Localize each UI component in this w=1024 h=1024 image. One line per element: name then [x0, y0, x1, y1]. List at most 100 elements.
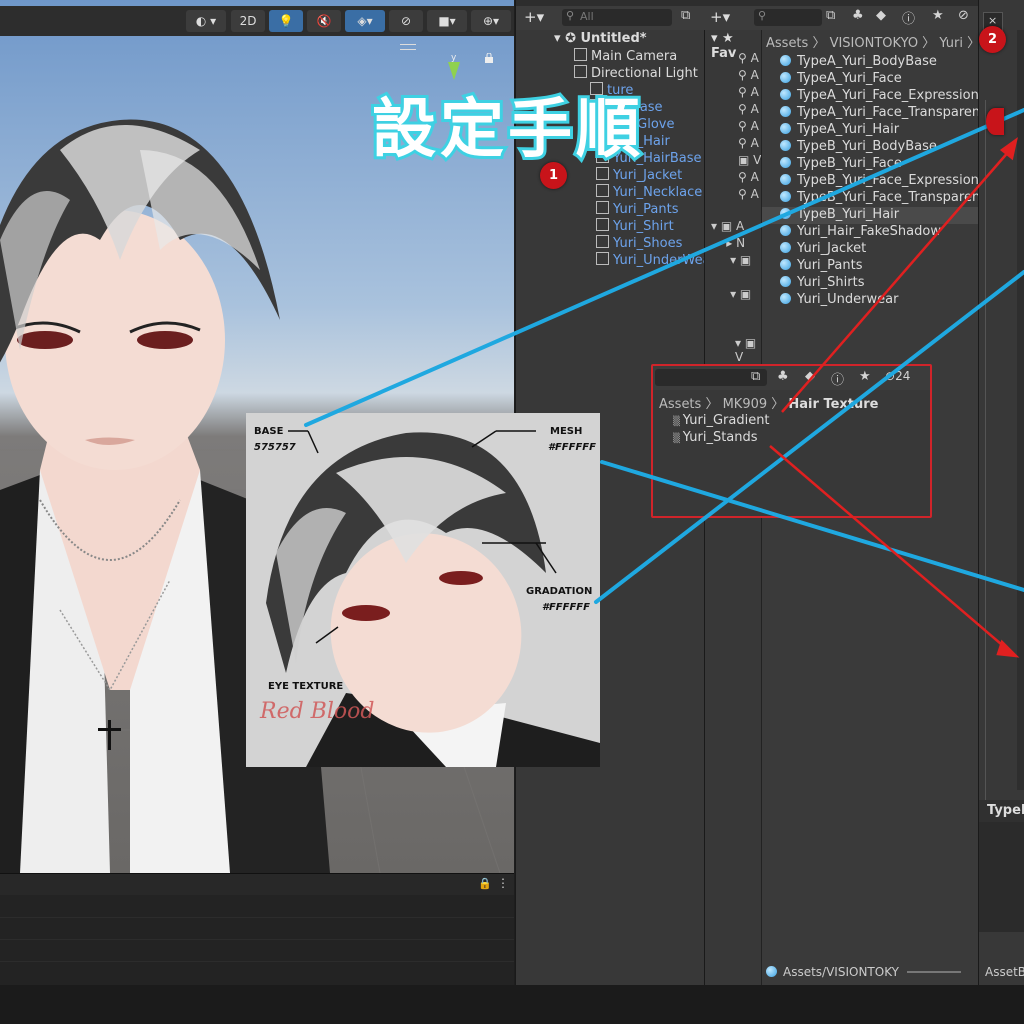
search-icon[interactable]: ⚲ A	[738, 186, 761, 203]
type-filter-icon[interactable]: ♣	[777, 369, 789, 384]
camera-settings-button[interactable]: ■▾	[427, 10, 467, 32]
gizmos-button[interactable]: ⊕▾	[471, 10, 511, 32]
texture-label: Yuri_Stands	[682, 430, 758, 445]
lock-icon[interactable]	[484, 52, 494, 63]
hierarchy-item[interactable]: Yuri_Shirt	[596, 218, 674, 235]
lock-icon[interactable]: 🔒	[478, 877, 492, 890]
asset-item[interactable]: Yuri_Jacket	[780, 241, 866, 258]
texture-item[interactable]: ▒ Yuri_Stands	[673, 430, 758, 445]
search-icon[interactable]: ⚲ A	[738, 84, 761, 101]
add-button[interactable]: +▾	[710, 8, 730, 26]
folder-tree-item[interactable]: ▾ ▣ V	[735, 336, 762, 364]
search-icon[interactable]: ⚲ A	[738, 135, 761, 152]
zoom-slider[interactable]	[906, 971, 961, 973]
hidden-count[interactable]: ⊘24	[885, 369, 910, 383]
asset-item[interactable]: Yuri_Pants	[780, 258, 862, 275]
warning-icon[interactable]: ⓘ	[831, 369, 844, 388]
sphere-icon: ◐ ▾	[195, 14, 217, 28]
asset-item[interactable]: TypeA_Yuri_Face_Transparent	[780, 105, 985, 122]
star-icon[interactable]: ★	[932, 8, 944, 23]
material-icon	[780, 225, 791, 236]
filter-icon[interactable]: ⧉	[826, 8, 835, 23]
popup-breadcrumb: Assets 〉 MK909 〉 Hair Texture	[659, 397, 879, 412]
add-button[interactable]: +▾	[524, 8, 544, 26]
gameobject-icon	[596, 184, 609, 197]
asset-item[interactable]: TypeB_Yuri_BodyBase	[780, 139, 937, 156]
asset-item[interactable]: TypeB_Yuri_Face_Transparent	[780, 190, 985, 207]
timeline-panel[interactable]	[0, 895, 514, 985]
hierarchy-search-input[interactable]: ⚲ All	[562, 9, 672, 26]
asset-item[interactable]: TypeA_Yuri_Hair	[780, 122, 899, 139]
material-icon	[780, 106, 791, 117]
breadcrumb-item[interactable]: Hair Texture	[788, 397, 878, 412]
search-icon[interactable]: ⚲ A	[738, 101, 761, 118]
2d-toggle-button[interactable]: 2D	[231, 10, 265, 32]
scene-root[interactable]: ▾ ✪ Untitled* ⋮	[554, 31, 716, 48]
search-icon[interactable]: ⚲ A	[738, 67, 761, 84]
audio-toggle-button[interactable]: 🔇	[307, 10, 341, 32]
drag-handle[interactable]	[400, 44, 416, 50]
warning-icon[interactable]: ⓘ	[902, 8, 915, 27]
asset-item[interactable]: TypeB_Yuri_Face_Expression	[780, 173, 979, 190]
search-icon[interactable]: ⚲ A	[738, 169, 761, 186]
hierarchy-item[interactable]: Main Camera	[574, 48, 677, 65]
search-icon[interactable]: ⚲ A	[738, 50, 761, 67]
hierarchy-item[interactable]: Yuri_Pants	[596, 201, 678, 218]
filter-icon[interactable]: ⧉	[751, 369, 760, 384]
scene-root-label: Untitled*	[580, 31, 647, 46]
asset-item[interactable]: TypeA_Yuri_BodyBase	[780, 54, 937, 71]
inspector-content	[985, 100, 1024, 800]
hierarchy-item-label: Yuri_Shirt	[613, 219, 674, 234]
material-icon	[780, 259, 791, 270]
hidden-icon[interactable]: ⊘	[958, 8, 969, 23]
material-icon	[780, 174, 791, 185]
project-search-input[interactable]: ⚲	[754, 9, 822, 26]
hierarchy-item[interactable]: Yuri_Necklace	[596, 184, 702, 201]
effects-toggle-button[interactable]: ◈▾	[345, 10, 385, 32]
status-bar	[0, 985, 1024, 1024]
texture-item[interactable]: ▒ Yuri_Gradient	[673, 413, 770, 428]
breadcrumb-item[interactable]: Yuri	[939, 36, 963, 51]
hierarchy-item[interactable]: Yuri_Shoes	[596, 235, 682, 252]
asset-item[interactable]: TypeA_Yuri_Face	[780, 71, 902, 88]
asset-label: TypeB_Yuri_Hair	[797, 207, 900, 222]
asset-item[interactable]: TypeB_Yuri_Face	[780, 156, 902, 173]
assets-tree[interactable]: ▾ ▣ A ▸ N ▾ ▣ ▾ ▣	[711, 218, 751, 303]
shading-mode-button[interactable]: ◐ ▾	[186, 10, 226, 32]
filter-icon[interactable]: ⧉	[681, 8, 690, 23]
folder-icon[interactable]: ▣ V	[738, 152, 761, 169]
breadcrumb-item[interactable]: Assets	[766, 36, 808, 51]
tutorial-title: 設定手順	[369, 90, 644, 170]
favorites-label: Fav	[711, 46, 737, 61]
hair-reference-image: BASE 575757 MESH #FFFFFF GRADATION #FFFF…	[246, 413, 600, 767]
lighting-toggle-button[interactable]: 💡	[269, 10, 303, 32]
label-filter-icon[interactable]: ◆	[876, 8, 886, 23]
preview-area	[979, 822, 1024, 932]
asset-label: TypeB_Yuri_BodyBase	[797, 139, 937, 154]
project-tab[interactable]	[704, 0, 978, 6]
asset-item[interactable]: TypeA_Yuri_Face_Expression	[780, 88, 979, 105]
asset-label: TypeA_Yuri_Face_Expression	[797, 88, 979, 103]
breadcrumb-item[interactable]: Assets	[659, 397, 701, 412]
type-filter-icon[interactable]: ♣	[852, 8, 864, 23]
material-icon	[766, 966, 777, 977]
visibility-toggle-button[interactable]: ⊘	[389, 10, 423, 32]
asset-item[interactable]: TypeB_Yuri_Hair	[762, 207, 978, 224]
asset-path-footer: Assets/VISIONTOKY	[766, 965, 961, 979]
asset-item[interactable]: Yuri_Underwear	[780, 292, 898, 309]
asset-item[interactable]: Yuri_Shirts	[780, 275, 864, 292]
material-icon	[780, 276, 791, 287]
more-options-icon[interactable]: ⋮	[497, 876, 509, 890]
breadcrumb-item[interactable]: VISIONTOKYO	[830, 36, 918, 51]
asset-item[interactable]: Yuri_Hair_FakeShadow	[780, 224, 941, 241]
search-icon[interactable]: ⚲ A	[738, 118, 761, 135]
scene-toolbar: ◐ ▾ 2D 💡 🔇 ◈▾ ⊘ ■▾ ⊕▾	[0, 6, 514, 36]
star-icon[interactable]: ★	[859, 369, 871, 384]
hierarchy-item-label: Yuri_Shoes	[613, 236, 683, 251]
hierarchy-item[interactable]: Yuri_UnderWea	[596, 252, 711, 269]
breadcrumb-item[interactable]: MK909	[723, 397, 768, 412]
step-badge: 1	[540, 162, 567, 189]
step-badge-partial	[986, 108, 1004, 135]
step-badge: 2	[979, 26, 1006, 53]
label-filter-icon[interactable]: ◆	[805, 369, 815, 384]
